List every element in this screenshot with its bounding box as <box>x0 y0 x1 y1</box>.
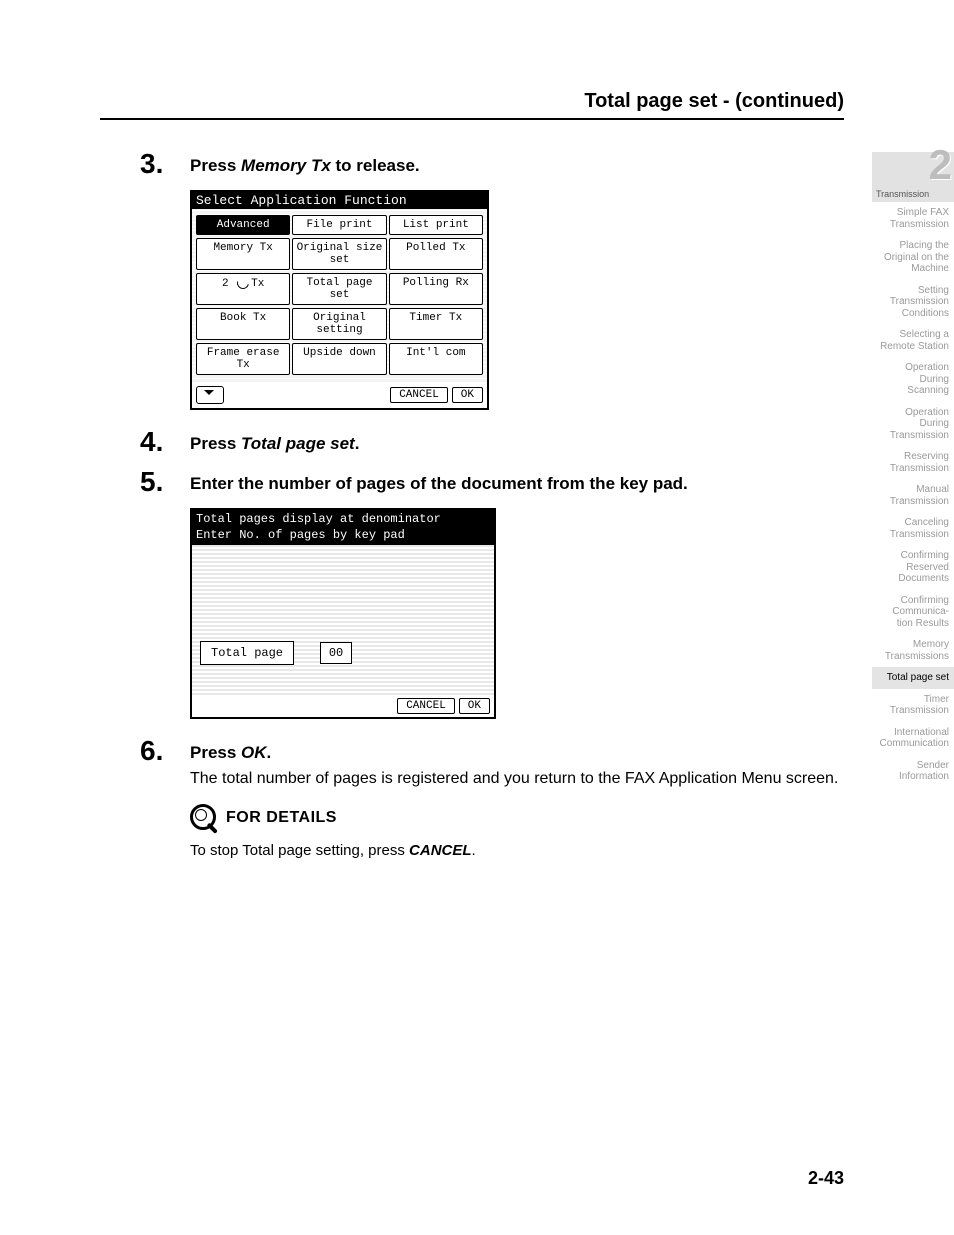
text: Press <box>190 156 241 175</box>
step-5: 5. Enter the number of pages of the docu… <box>140 468 850 496</box>
header-rule <box>100 118 844 120</box>
page-header-title: Total page set - (continued) <box>584 90 844 113</box>
ok-button[interactable]: OK <box>452 387 483 403</box>
text: Press <box>190 434 241 453</box>
sidebar-item[interactable]: Confirming Reserved Documents <box>872 545 954 590</box>
btn-2-tx[interactable]: 2 Tx <box>196 273 290 305</box>
ok-button[interactable]: OK <box>459 698 490 714</box>
details-label: FOR DETAILS <box>226 809 337 827</box>
sidebar-item[interactable]: Memory Transmissions <box>872 634 954 667</box>
handset-icon <box>235 275 251 291</box>
sidebar-item[interactable]: Setting Transmission Conditions <box>872 280 954 325</box>
details-text: To stop Total page setting, press CANCEL… <box>190 842 850 859</box>
chapter-label: Transmission <box>876 189 929 199</box>
sidebar-item[interactable]: Manual Transmission <box>872 479 954 512</box>
step-4: 4. Press Total page set. <box>140 428 850 456</box>
page-number: 2-43 <box>808 1168 844 1189</box>
emphasis: CANCEL <box>409 842 472 859</box>
btn-polling-rx[interactable]: Polling Rx <box>389 273 483 305</box>
btn-upside-down[interactable]: Upside down <box>292 343 386 375</box>
step-3: 3. Press Memory Tx to release. <box>140 150 850 178</box>
sidebar-item[interactable]: Operation During Transmission <box>872 402 954 447</box>
emphasis: Memory Tx <box>241 156 331 175</box>
btn-book-tx[interactable]: Book Tx <box>196 308 290 340</box>
scr2-header: Total pages display at denominator Enter… <box>192 510 494 545</box>
scr2-line1: Total pages display at denominator <box>196 512 490 528</box>
text: . <box>267 743 272 762</box>
screenshot-app-function: Select Application Function Advanced Fil… <box>190 190 489 410</box>
sidebar-item[interactable]: Timer Transmission <box>872 689 954 722</box>
btn-original-size-set[interactable]: Original size set <box>292 238 386 270</box>
btn-polled-tx[interactable]: Polled Tx <box>389 238 483 270</box>
sidebar-item[interactable]: Total page set <box>872 667 954 689</box>
step-number: 6. <box>140 737 190 765</box>
scroll-down-icon[interactable] <box>196 386 224 404</box>
scr1-header: Select Application Function <box>192 192 487 209</box>
text: to release. <box>331 156 420 175</box>
step-6-body: The total number of pages is registered … <box>190 767 850 792</box>
btn-memory-tx[interactable]: Memory Tx <box>196 238 290 270</box>
btn-advanced[interactable]: Advanced <box>196 215 290 235</box>
btn-frame-erase-tx[interactable]: Frame erase Tx <box>196 343 290 375</box>
scr2-line2: Enter No. of pages by key pad <box>196 528 490 544</box>
step-4-title: Press Total page set. <box>190 434 359 453</box>
sidebar-item[interactable]: Confirming Communica- tion Results <box>872 590 954 635</box>
sidebar-item[interactable]: Selecting a Remote Station <box>872 324 954 357</box>
btn-list-print[interactable]: List print <box>389 215 483 235</box>
text: Press <box>190 743 241 762</box>
cancel-button[interactable]: CANCEL <box>390 387 448 403</box>
text: . <box>355 434 360 453</box>
sidebar-item[interactable]: Placing the Original on the Machine <box>872 235 954 280</box>
text: . <box>472 842 476 859</box>
sidebar-item[interactable]: Sender Information <box>872 755 954 788</box>
chapter-tab[interactable]: 2 Transmission <box>872 152 954 202</box>
text: To stop Total page setting, press <box>190 842 409 859</box>
btn-intl-com[interactable]: Int'l com <box>389 343 483 375</box>
step-number: 3. <box>140 150 190 178</box>
sidebar-item[interactable]: International Communication <box>872 722 954 755</box>
step-6: 6. Press OK. The total number of pages i… <box>140 737 850 792</box>
cancel-button[interactable]: CANCEL <box>397 698 455 714</box>
step-number: 5. <box>140 468 190 496</box>
step-number: 4. <box>140 428 190 456</box>
sidebar-item[interactable]: Simple FAX Transmission <box>872 202 954 235</box>
emphasis: Total page set <box>241 434 355 453</box>
btn-original-setting[interactable]: Original setting <box>292 308 386 340</box>
step-5-text: Enter the number of pages of the documen… <box>190 474 850 494</box>
sidebar: 2 Transmission Simple FAX TransmissionPl… <box>872 152 954 788</box>
step-3-title: Press Memory Tx to release. <box>190 156 420 175</box>
btn-total-page-set[interactable]: Total page set <box>292 273 386 305</box>
total-page-value[interactable]: 00 <box>320 642 352 664</box>
magnifier-icon <box>190 804 218 832</box>
sidebar-item[interactable]: Reserving Transmission <box>872 446 954 479</box>
btn-file-print[interactable]: File print <box>292 215 386 235</box>
chapter-number: 2 <box>929 144 952 186</box>
main-content: 3. Press Memory Tx to release. Select Ap… <box>140 150 850 859</box>
btn-timer-tx[interactable]: Timer Tx <box>389 308 483 340</box>
details-block: FOR DETAILS <box>190 804 850 832</box>
sidebar-item[interactable]: Canceling Transmission <box>872 512 954 545</box>
sidebar-item[interactable]: Operation During Scanning <box>872 357 954 402</box>
screenshot-total-page: Total pages display at denominator Enter… <box>190 508 496 719</box>
step-6-title: Press OK. <box>190 743 271 762</box>
emphasis: OK <box>241 743 267 762</box>
total-page-label: Total page <box>200 641 294 665</box>
